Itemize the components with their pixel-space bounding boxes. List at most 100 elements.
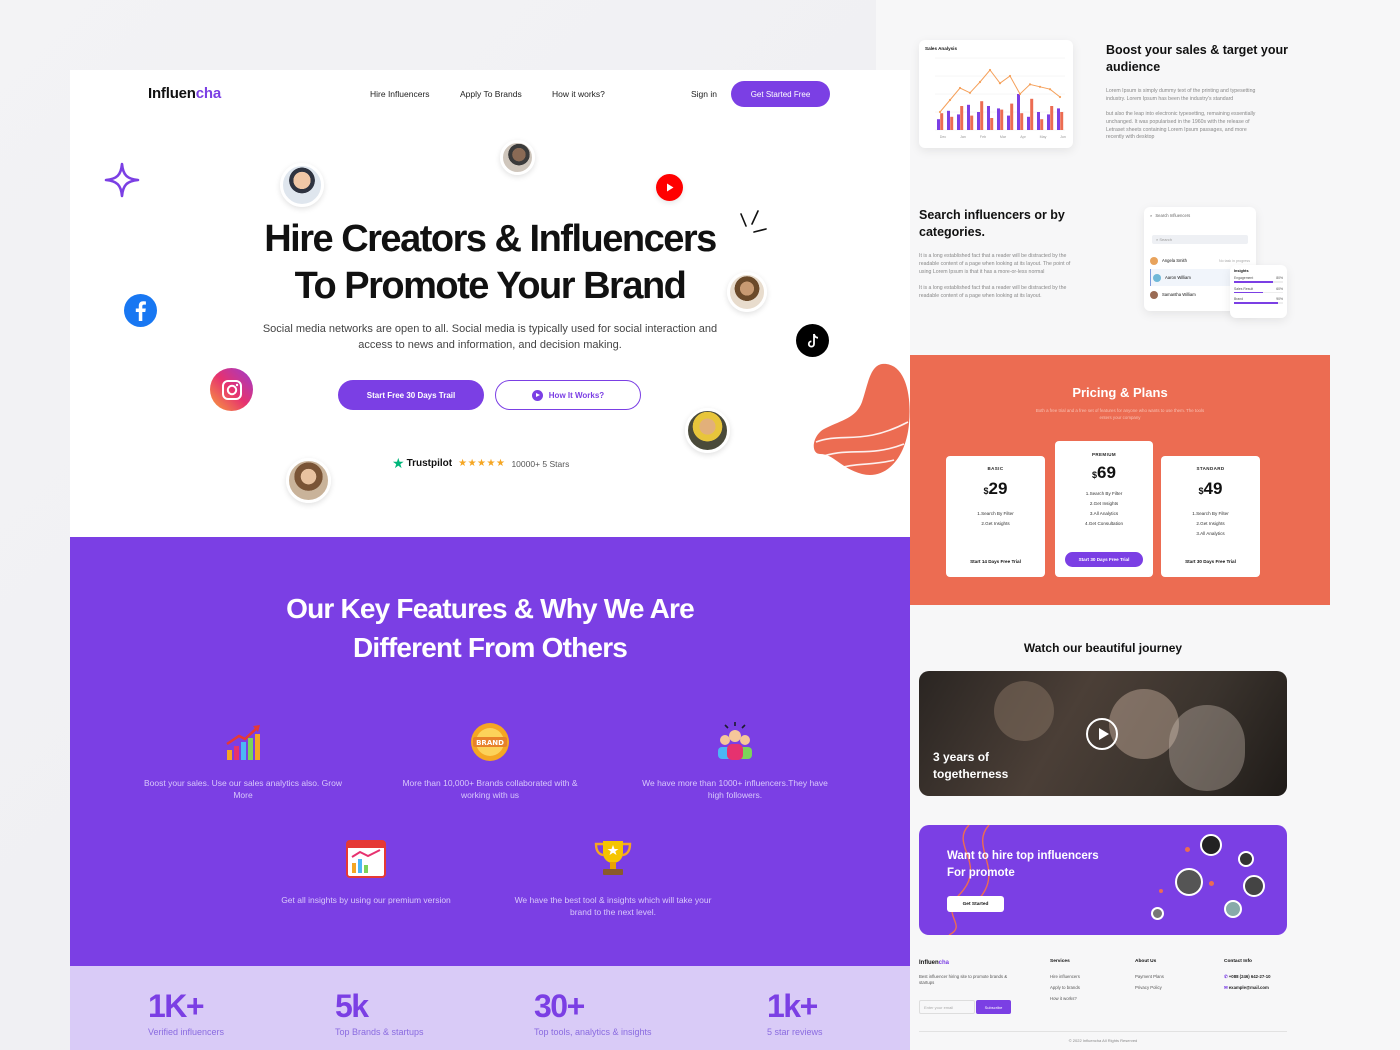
nav-link-apply-to-brands[interactable]: Apply To Brands [460,89,522,99]
pricing-card-basic: BASIC $29 1.Search By Filter 2.Get Insig… [946,456,1045,577]
review-count: 10000+ 5 Stars [511,458,570,469]
plan-cta-button[interactable]: Start 30 Days Free Trial [1065,552,1143,567]
subscribe-button[interactable]: Subscribe [976,1000,1011,1014]
insight-bar-track [1234,281,1283,283]
hire-cta-banner: Want to hire top influencers For promote… [919,825,1287,935]
nav-link-hire-influencers[interactable]: Hire Influencers [370,89,430,99]
avatar [1150,290,1158,299]
bar-mark [1017,94,1020,130]
pricing-title: Pricing & Plans [1072,385,1168,400]
person-name: Angela Smith [1162,258,1187,263]
footer-link[interactable]: Payment Plans [1135,974,1164,979]
footer-logo-text: Influen [919,960,939,966]
bar-mark [1037,112,1040,130]
feature-text: Get all insights by using our premium ve… [281,895,451,905]
how-it-works-button[interactable]: How It Works? [495,380,641,410]
footer-logo[interactable]: Influencha [919,960,949,966]
search-placeholder: Search [1159,237,1173,242]
avatar [1224,900,1242,918]
feature-item: Get all insights by using our premium ve… [266,837,466,906]
features-title: Our Key Features & Why We Are Different … [70,589,910,667]
journey-video[interactable]: 3 years of togetherness [919,671,1287,796]
youtube-icon [656,174,683,201]
trend-point [988,68,992,72]
pricing-section: Pricing & Plans Both a free trial and a … [910,355,1330,605]
stat-number: 30+ [534,988,585,1024]
stat-item: 1k+ 5 star reviews [767,988,823,1037]
sales-paragraph-1: Lorem Ipsum is simply dummy text of the … [1106,88,1256,102]
x-tick-label: Feb [980,135,986,139]
logo-text: Influen [148,85,196,102]
growth-chart-icon [226,725,260,760]
plan-feature: 2.Get Insights [1196,521,1225,526]
plan-feature: 2.Get Insights [1089,501,1119,506]
how-it-works-label: How It Works? [548,390,605,400]
footer-link[interactable]: Privacy Policy [1135,985,1162,990]
plan-price: $29 [946,479,1045,499]
trustpilot-star-icon: ★ [392,455,405,471]
plan-feature: 2.Get Insights [981,521,1010,526]
x-tick-label: Apr [1020,135,1026,139]
get-started-button[interactable]: Get Started [947,896,1004,912]
bar-mark [1057,108,1060,130]
footer-email[interactable]: ✉ example@mail.com [1224,985,1269,991]
feature-item: BRAND More than 10,000+ Brands collabora… [390,720,590,801]
search-input[interactable]: ⌕ Search [1152,235,1248,244]
insight-label: Brand [1234,297,1244,301]
stat-label: Verified influencers [148,1027,225,1037]
footer-services-heading: Services [1050,959,1070,964]
stat-label: Top tools, analytics & insights [534,1027,652,1037]
bar-mark [1020,113,1024,130]
sign-in-link[interactable]: Sign in [691,89,717,99]
trend-point [1038,85,1042,88]
pricing-card-premium: PREMIUM $69 1.Search By Filter 2.Get Ins… [1055,441,1153,577]
bar-mark [1047,114,1050,130]
stat-number: 1K+ [148,988,205,1024]
plan-name: STANDARD [1196,466,1225,471]
person-name: Samantha William [1162,292,1196,297]
plan-cta-button[interactable]: Start 30 Days Free Trial [1161,559,1260,564]
footer-link[interactable]: Apply to brands [1050,985,1080,990]
instagram-icon [210,368,253,411]
plan-feature: 1.Search By Filter [1192,511,1229,516]
bar-mark [1050,106,1054,130]
cta-line1: Want to hire top influencers [947,850,1099,862]
brand-badge-icon: BRAND [471,723,509,761]
search-icon: ⌕ [1150,213,1153,218]
stat-label: 5 star reviews [767,1027,823,1037]
plan-name: PREMIUM [1091,452,1117,457]
feature-text: More than 10,000+ Brands collaborated wi… [402,778,578,800]
footer-phone[interactable]: ✆ +088 (246) 642-27-10 [1224,974,1270,980]
play-icon [1098,728,1109,740]
feature-text: We have the best tool & insights which w… [514,895,712,917]
start-free-trial-button[interactable]: Start Free 30 Days Trail [338,380,484,410]
play-video-button[interactable] [1086,718,1118,750]
landing-page: Influencha Hire Influencers Apply To Bra… [70,70,910,1050]
influencer-avatar [280,163,324,207]
email-input[interactable]: Enter your email [919,1000,975,1014]
footer-link[interactable]: Hire influencers [1050,974,1080,979]
sales-paragraph-2: but also the leap into electronic typese… [1106,111,1256,141]
footer-link[interactable]: How it works? [1050,996,1077,1001]
trend-point [1008,74,1012,78]
feature-item: We have more than 1000+ influencers.They… [635,720,835,801]
decorative-dot [1159,889,1163,893]
bar-mark [1010,103,1014,130]
decorative-blob [813,363,910,475]
avatar [1243,875,1265,897]
bar-mark [980,101,984,130]
x-tick-label: Mar [1000,135,1007,139]
sales-heading: Boost your sales & target your audience [1106,43,1288,74]
decorative-dot [1185,847,1190,852]
nav-link-how-it-works[interactable]: How it works? [552,89,605,99]
plan-cta-button[interactable]: Start 14 Days Free Trial [946,559,1045,564]
bar-mark [1000,109,1004,130]
footer-divider [919,1031,1287,1032]
logo[interactable]: Influencha [148,85,221,102]
stat-item: 5k Top Brands & startups [335,988,424,1037]
panel-header: ⌕ Search Influencers [1150,213,1190,218]
x-tick-label: May [1040,135,1047,139]
cta-line2: For promote [947,867,1015,879]
feature-text: We have more than 1000+ influencers.They… [642,778,828,800]
get-started-free-button[interactable]: Get Started Free [731,81,830,107]
